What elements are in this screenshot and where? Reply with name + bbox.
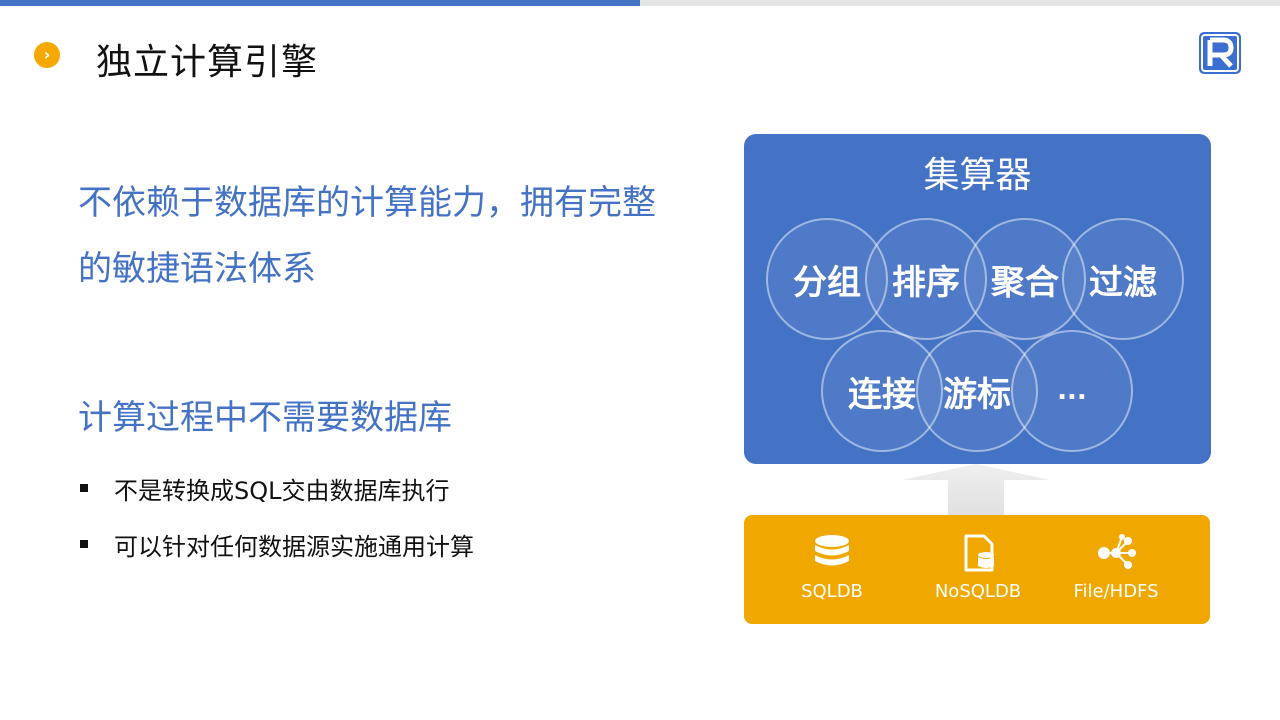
section-heading: 计算过程中不需要数据库 (78, 398, 452, 438)
raqsoft-r-logo-icon (1199, 32, 1241, 74)
engine-title: 集算器 (923, 155, 1032, 196)
source-file-hdfs: File/HDFS (1046, 533, 1186, 602)
source-label: File/HDFS (1073, 581, 1159, 602)
lead-text: 不依赖于数据库的计算能力，拥有完整的敏捷语法体系 (78, 183, 656, 289)
progress-track (0, 0, 1280, 6)
source-sqldb: SQLDB (762, 533, 902, 602)
source-label: SQLDB (801, 581, 863, 602)
nosql-file-database-icon (964, 534, 994, 572)
square-bullet-icon (80, 484, 88, 492)
bullet-list: 不是转换成SQL交由数据库执行 可以针对任何数据源实施通用计算 (80, 460, 474, 572)
operation-more: ... (1011, 330, 1133, 452)
hdfs-network-icon (1098, 534, 1136, 569)
engine-panel: 集算器 分组 排序 聚合 过滤 连接 游标 ... (744, 134, 1211, 464)
flow-arrow-icon (902, 464, 1050, 516)
list-item: 不是转换成SQL交由数据库执行 (80, 460, 474, 516)
database-icon (815, 535, 849, 566)
chevron-right-icon: › (34, 42, 60, 68)
list-item: 可以针对任何数据源实施通用计算 (80, 516, 474, 572)
source-nosqldb: NoSQLDB (908, 533, 1048, 602)
list-item-text: 可以针对任何数据源实施通用计算 (114, 532, 474, 561)
square-bullet-icon (80, 540, 88, 548)
page-title: 独立计算引擎 (96, 42, 319, 83)
operation-filter: 过滤 (1062, 218, 1184, 340)
source-label: NoSQLDB (934, 581, 1022, 602)
list-item-text: 不是转换成SQL交由数据库执行 (114, 476, 450, 505)
progress-fill (0, 0, 640, 6)
data-source-panel: SQLDB NoSQLDB File/HDFS (744, 515, 1210, 624)
